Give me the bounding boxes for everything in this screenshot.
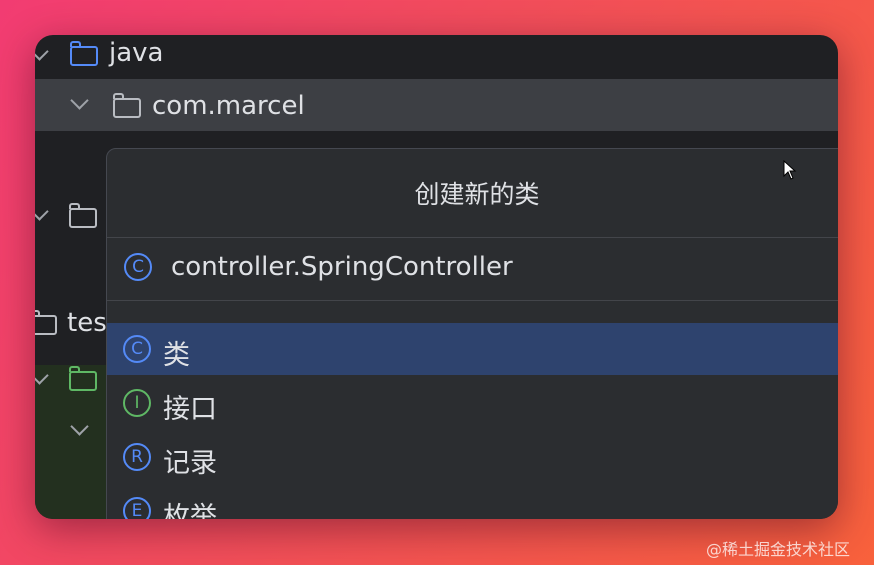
test-folder-icon [68, 366, 97, 391]
kind-item-class[interactable]: C 类 [107, 323, 838, 375]
kind-item-interface[interactable]: I 接口 [107, 377, 838, 429]
kind-item-record[interactable]: R 记录 [107, 431, 838, 483]
kind-label: 枚举 [163, 502, 217, 519]
folder-icon [69, 41, 98, 66]
new-class-dialog: 创建新的类 C controller.SpringController C 类 … [106, 148, 838, 519]
tree-row-com-marcel[interactable]: com.marcel [35, 79, 838, 131]
record-icon: R [123, 443, 151, 471]
class-name-field[interactable]: C controller.SpringController [107, 238, 838, 300]
interface-icon: I [123, 389, 151, 417]
tree-label-com-marcel: com.marcel [152, 91, 305, 121]
mouse-cursor-icon [783, 160, 797, 180]
enum-icon: E [123, 497, 151, 519]
class-icon: C [123, 335, 151, 363]
kind-label: 接口 [163, 394, 217, 425]
chevron-down-icon[interactable] [35, 42, 49, 61]
kind-label: 记录 [163, 448, 217, 479]
tree-label-test: tes [67, 308, 107, 338]
package-icon [112, 93, 141, 118]
dialog-title: 创建新的类 [414, 180, 540, 209]
ide-window: java com.marcel tes 创建新的类 C controller.S… [35, 35, 838, 519]
kind-item-enum[interactable]: E 枚举 [107, 485, 838, 519]
kind-label: 类 [163, 340, 190, 371]
chevron-down-icon[interactable] [70, 417, 89, 436]
chevron-down-icon[interactable] [70, 91, 89, 110]
chevron-down-icon[interactable] [35, 202, 49, 221]
class-icon: C [124, 253, 152, 281]
tree-label-java: java [109, 38, 164, 68]
chevron-down-icon[interactable] [35, 366, 49, 385]
resources-folder-icon [68, 203, 97, 228]
class-name-input[interactable]: controller.SpringController [171, 252, 513, 282]
folder-icon [35, 310, 57, 335]
watermark: @稀土掘金技术社区 [706, 540, 851, 559]
divider [107, 300, 838, 301]
